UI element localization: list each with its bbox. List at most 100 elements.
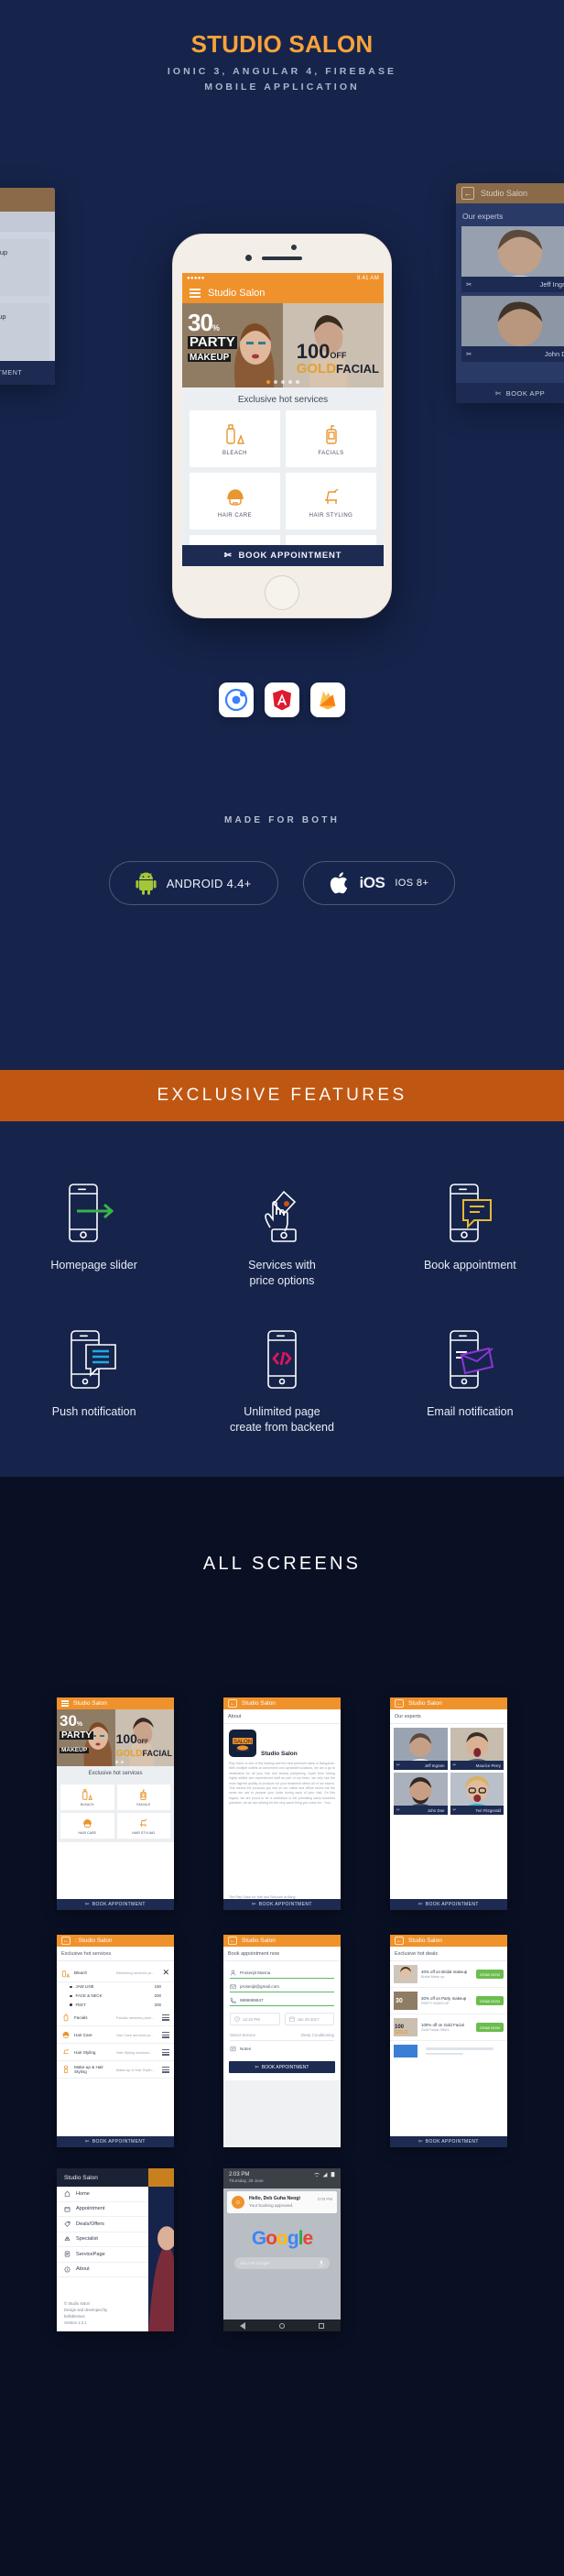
feature-services-price[interactable]: Services with price options — [188, 1174, 375, 1289]
facial-pump-bottle-icon — [140, 1789, 146, 1800]
service-row[interactable]: Hair Styling Hair Styling services ... — [57, 2044, 174, 2062]
deal-row[interactable]: 40% off on Bridal makeup Bridal Make up … — [390, 1961, 507, 1988]
field-email[interactable]: prosenjit@gmail.com — [230, 1983, 334, 1992]
angular-icon[interactable] — [265, 682, 299, 717]
service-row[interactable]: Hair Care Hair Care services pr... — [57, 2026, 174, 2045]
drawer-item-servicepage[interactable]: ServicePage — [57, 2247, 148, 2263]
screenshot-deals[interactable]: ← Studio Salon Exclusive hot deals 40% o… — [390, 1935, 507, 2147]
ios-badge[interactable]: iOS IOS 8+ — [302, 861, 456, 905]
service-row[interactable]: Bleach Bleaching services pr... ✕ — [57, 1964, 174, 1982]
ionic-icon[interactable] — [219, 682, 254, 717]
screenshot-experts[interactable]: ← Studio Salon Our experts ✂Jeff Ingram — [390, 1697, 507, 1910]
status-time: 9:41 AM — [356, 275, 379, 281]
back-arrow-icon[interactable]: ← — [61, 1937, 70, 1945]
hamburger-menu-icon[interactable] — [190, 289, 201, 298]
deal-sub: Gold Facial Offers — [421, 2028, 450, 2033]
slider-dot-4[interactable] — [288, 380, 292, 384]
deal-row[interactable]: 30 30% off on Party makeup PARTY MAKE-UP… — [390, 1988, 507, 2014]
screenshot-services-price[interactable]: ← : Studio Salon Exclusive hot services … — [57, 1935, 174, 2147]
feature-book-appointment[interactable]: Book appointment — [376, 1174, 564, 1289]
list-expand-icon[interactable] — [162, 2014, 169, 2021]
date-value: Jun 29 2017 — [297, 2016, 320, 2022]
mini-service-card[interactable]: FACIALS — [116, 1785, 170, 1810]
screenshot-book-button[interactable]: ✄ BOOK APPOINTMENT — [57, 1899, 174, 1910]
date-field[interactable]: Jun 29 2017 — [284, 2013, 334, 2025]
mini-service-card[interactable]: HAIR CARE — [60, 1813, 114, 1839]
expert-card[interactable]: ✂ Jeff Ingram — [394, 1728, 448, 1770]
select-service-row[interactable]: Select Service Deep Conditioning — [230, 2033, 334, 2041]
service-card-hair-styling[interactable]: HAIR STYLING — [286, 473, 376, 529]
screenshot-drawer[interactable]: Studio Salon Home Appointment Deals/Offe… — [57, 2168, 174, 2331]
google-search-bar[interactable]: Say 'Ok Google' — [234, 2257, 330, 2269]
expert-card[interactable]: ✂ Teri Fitzgerald — [450, 1773, 504, 1815]
back-arrow-icon[interactable]: ← — [395, 1699, 404, 1708]
service-card-hair-care[interactable]: HAIR CARE — [190, 473, 280, 529]
grab-now-button[interactable]: GRAB NOW — [475, 1970, 504, 1979]
slider-dot-3[interactable] — [281, 380, 285, 384]
hair-care-icon — [226, 488, 244, 506]
ghost-left-subbar — [0, 212, 55, 232]
homepage-slider[interactable]: 30% PARTY MAKEUP 100OFF GOLDFACIAL — [182, 303, 384, 387]
screenshot-home[interactable]: Studio Salon 30% PARTY MAKEUP 100OFF GOL… — [57, 1697, 174, 1910]
back-button-icon[interactable] — [240, 2321, 246, 2330]
mini-service-card[interactable]: BLEACH — [60, 1785, 114, 1810]
screenshot-android-notification[interactable]: 2:03 PM Thursday, 29 June ☺ Hello, Deb G… — [223, 2168, 341, 2331]
drawer-item-appointment[interactable]: Appointment — [57, 2202, 148, 2217]
slide-gold-facial[interactable]: 100OFF GOLDFACIAL — [283, 303, 384, 387]
booking-submit-button[interactable]: ✄ BOOK APPOINTMENT — [229, 2061, 335, 2073]
expert-card[interactable]: ✂ Maurice Perry — [450, 1728, 504, 1770]
screenshot-booking[interactable]: ← Studio Salon Book appointment now Pros… — [223, 1935, 341, 2147]
android-nav-bar[interactable] — [223, 2319, 341, 2331]
grab-now-button[interactable]: GRAB NOW — [475, 1996, 504, 2005]
recents-button-icon[interactable] — [318, 2322, 324, 2329]
feature-homepage-slider[interactable]: Homepage slider — [0, 1174, 188, 1289]
drawer-item-deals[interactable]: Deals/Offers — [57, 2217, 148, 2232]
screenshot-book-button[interactable]: ✄ BOOK APPOINTMENT — [390, 2136, 507, 2147]
screenshot-about[interactable]: ← Studio Salon About SALON Studio Salon … — [223, 1697, 341, 1910]
book-appointment-button[interactable]: ✄ BOOK APPOINTMENT — [182, 545, 384, 566]
firebase-icon[interactable] — [310, 682, 345, 717]
android-badge[interactable]: ANDROID 4.4+ — [108, 861, 278, 905]
back-arrow-icon[interactable]: ← — [395, 1937, 404, 1945]
service-row[interactable]: Facials Facials services price... — [57, 2009, 174, 2027]
service-card-bleach[interactable]: BLEACH — [190, 410, 280, 467]
slider-dot-2[interactable] — [274, 380, 277, 384]
slide-party-makeup[interactable]: 30% PARTY MAKEUP — [182, 303, 283, 387]
drawer-item-about[interactable]: About — [57, 2263, 148, 2277]
screenshot-app-title: Studio Salon — [73, 1700, 107, 1707]
feature-label: Unlimited page create from backend — [230, 1405, 334, 1434]
drawer-item-specialist[interactable]: Specialist — [57, 2232, 148, 2247]
grab-now-button[interactable]: GRAB NOW — [475, 2023, 504, 2032]
list-expand-icon[interactable] — [162, 2067, 169, 2073]
expert-card[interactable]: ✂ John Doe — [394, 1773, 448, 1815]
slider-dots[interactable] — [266, 380, 299, 384]
back-arrow-icon[interactable]: ← — [228, 1699, 237, 1708]
field-phone[interactable]: 9999999947 — [230, 1997, 334, 2006]
list-expand-icon[interactable] — [162, 2032, 169, 2038]
features-row-2: Push notification Unlimited page create f… — [0, 1321, 564, 1435]
mini-service-card[interactable]: HAIR STYLING — [116, 1813, 170, 1839]
screenshot-book-button[interactable]: ✄ BOOK APPOINTMENT — [57, 2136, 174, 2147]
feature-unlimited-page[interactable]: Unlimited page create from backend — [188, 1321, 375, 1435]
slider-dot-1[interactable] — [266, 380, 270, 384]
mail-icon — [230, 1984, 236, 1990]
drawer-item-home[interactable]: Home — [57, 2187, 148, 2202]
home-button[interactable] — [265, 575, 299, 610]
deal-row[interactable]: 100 GOLD 100% off on Gold Facial Gold Fac… — [390, 2014, 507, 2041]
list-expand-icon[interactable] — [162, 2049, 169, 2056]
slider-dot-5[interactable] — [296, 380, 299, 384]
close-icon[interactable]: ✕ — [162, 1968, 169, 1978]
field-name[interactable]: Prosenjit Manna — [230, 1970, 334, 1979]
notes-field[interactable]: Notes — [230, 2046, 334, 2054]
feature-push-notification[interactable]: Push notification — [0, 1321, 188, 1435]
back-arrow-icon[interactable]: ← — [228, 1937, 237, 1945]
time-field[interactable]: 12:10 PM — [230, 2013, 280, 2025]
home-button-icon[interactable] — [278, 2322, 285, 2329]
notification-card[interactable]: ☺ Hello, Deb Guha Neogi 2:03 PM Your boo… — [227, 2191, 337, 2213]
feature-email-notification[interactable]: Email notification — [376, 1321, 564, 1435]
screenshot-book-button[interactable]: ✄ BOOK APPOINTMENT — [223, 1899, 341, 1910]
screenshot-book-button[interactable]: ✄ BOOK APPOINTMENT — [390, 1899, 507, 1910]
service-row[interactable]: Make-up & Hair Styling Make-up & Hair St… — [57, 2061, 174, 2079]
service-card-facials[interactable]: FACIALS — [286, 410, 376, 467]
ghost-screen-right: ← Studio Salon Our experts ✂ Jeff Ingram — [456, 183, 564, 403]
